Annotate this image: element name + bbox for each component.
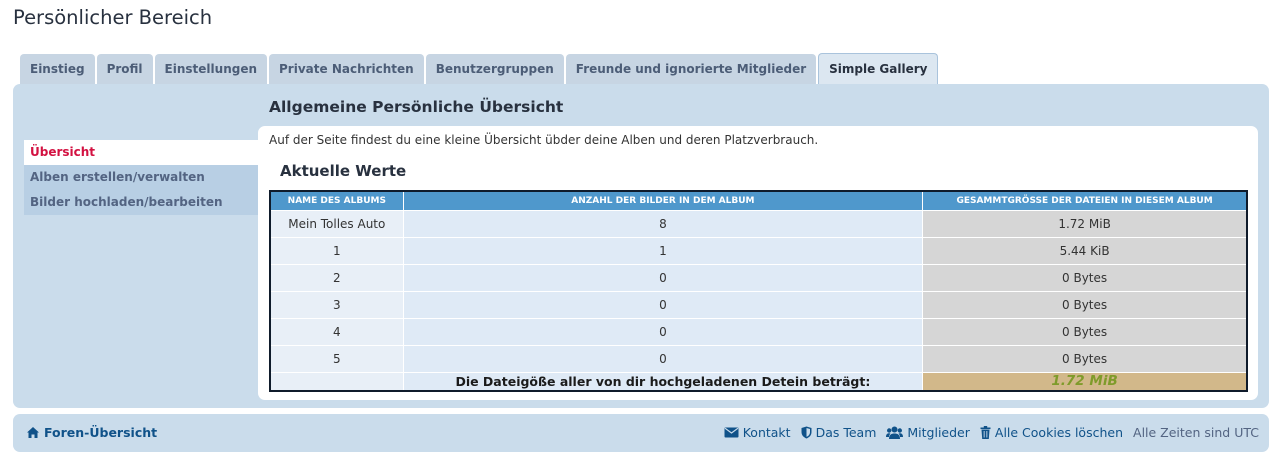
image-count-cell: 0 — [402, 317, 924, 346]
total-size-value: 1.72 MiB — [922, 371, 1248, 392]
image-count-cell: 0 — [402, 263, 924, 292]
members-link[interactable]: Mitglieder — [886, 425, 970, 440]
image-count-cell: 1 — [402, 236, 924, 265]
trash-icon — [980, 426, 991, 439]
size-cell: 5.44 KiB — [922, 236, 1248, 265]
table-row: 4 0 0 Bytes — [269, 317, 1248, 346]
tab-bar: Einstieg Profil Einstellungen Private Na… — [20, 53, 940, 85]
size-cell: 0 Bytes — [922, 344, 1248, 373]
footer-links: Kontakt Das Team Mitglieder Alle Cookies… — [724, 425, 1259, 440]
tab-simple-gallery[interactable]: Simple Gallery — [818, 53, 939, 85]
table-row: 3 0 0 Bytes — [269, 290, 1248, 319]
shield-icon — [801, 426, 812, 439]
tab-profil[interactable]: Profil — [96, 54, 153, 84]
table-total-row: Die Dateigöße aller von dir hochgeladene… — [269, 371, 1248, 392]
album-name-cell: 2 — [269, 263, 404, 292]
total-size-label: Die Dateigöße aller von dir hochgeladene… — [402, 371, 924, 392]
section-title: Aktuelle Werte — [280, 162, 407, 180]
table-row: 2 0 0 Bytes — [269, 263, 1248, 292]
footer-bar: Foren-Übersicht Kontakt Das Team Mitglie… — [13, 414, 1269, 452]
image-count-cell: 0 — [402, 344, 924, 373]
album-name-cell: 1 — [269, 236, 404, 265]
column-header-image-count: Anzahl der Bilder in dem Album — [402, 190, 924, 211]
home-icon — [26, 426, 40, 439]
column-header-album-name: Name des Albums — [269, 190, 404, 211]
tab-einstieg[interactable]: Einstieg — [20, 54, 95, 84]
table-header-row: Name des Albums Anzahl der Bilder in dem… — [269, 190, 1248, 211]
intro-text: Auf der Seite findest du eine kleine Übe… — [269, 133, 819, 147]
album-name-cell: Mein Tolles Auto — [269, 209, 404, 238]
album-name-cell: 3 — [269, 290, 404, 319]
tab-freunde[interactable]: Freunde und ignorierte Mitglieder — [565, 54, 817, 84]
size-cell: 1.72 MiB — [922, 209, 1248, 238]
table-row: Mein Tolles Auto 8 1.72 MiB — [269, 209, 1248, 238]
image-count-cell: 8 — [402, 209, 924, 238]
sidebar-menu: Übersicht Alben erstellen/verwalten Bild… — [24, 140, 258, 215]
image-count-cell: 0 — [402, 290, 924, 319]
members-label: Mitglieder — [907, 425, 970, 440]
contact-label: Kontakt — [742, 425, 791, 440]
delete-cookies-label: Alle Cookies löschen — [994, 425, 1124, 440]
contact-link[interactable]: Kontakt — [724, 425, 791, 440]
forum-home-link[interactable]: Foren-Übersicht — [26, 425, 157, 440]
forum-home-label: Foren-Übersicht — [44, 425, 158, 440]
album-name-cell: 5 — [269, 344, 404, 373]
page-title: Persönlicher Bereich — [13, 6, 213, 29]
size-cell: 0 Bytes — [922, 290, 1248, 319]
album-name-cell: 4 — [269, 317, 404, 346]
envelope-icon — [724, 427, 739, 438]
page: Persönlicher Bereich Einstieg Profil Ein… — [0, 0, 1282, 467]
team-label: Das Team — [815, 425, 877, 440]
tab-benutzergruppen[interactable]: Benutzergruppen — [425, 54, 564, 84]
delete-cookies-link[interactable]: Alle Cookies löschen — [980, 425, 1123, 440]
sidebar-item-albums[interactable]: Alben erstellen/verwalten — [24, 165, 258, 190]
users-icon — [886, 426, 904, 439]
content-title: Allgemeine Persönliche Übersicht — [269, 98, 564, 116]
tab-einstellungen[interactable]: Einstellungen — [154, 54, 268, 84]
column-header-total-size: Gesammtgrösse der Dateien in diesem Albu… — [922, 190, 1248, 211]
album-table: Name des Albums Anzahl der Bilder in dem… — [269, 190, 1248, 392]
team-link[interactable]: Das Team — [801, 425, 877, 440]
table-row: 1 1 5.44 KiB — [269, 236, 1248, 265]
total-empty-cell — [269, 371, 404, 392]
sidebar-item-upload[interactable]: Bilder hochladen/bearbeiten — [24, 190, 258, 215]
size-cell: 0 Bytes — [922, 263, 1248, 292]
tab-private-nachrichten[interactable]: Private Nachrichten — [269, 54, 424, 84]
table-row: 5 0 0 Bytes — [269, 344, 1248, 373]
timezone-info: Alle Zeiten sind UTC — [1133, 425, 1259, 440]
size-cell: 0 Bytes — [922, 317, 1248, 346]
sidebar-item-overview[interactable]: Übersicht — [24, 140, 258, 165]
